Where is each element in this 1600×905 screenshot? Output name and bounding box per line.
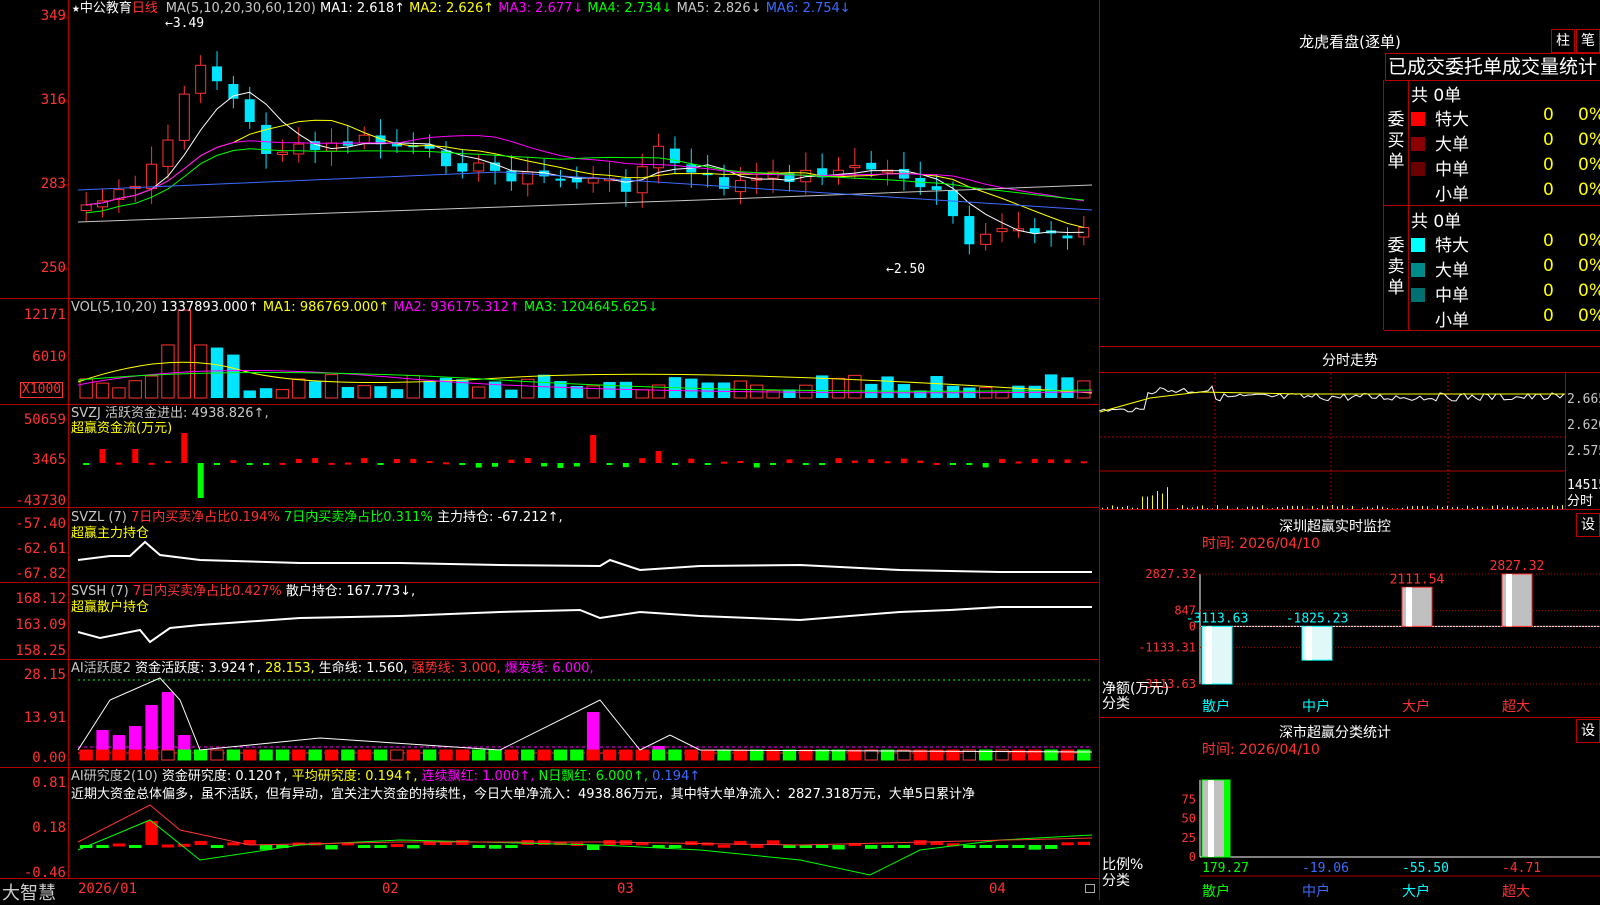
classify-bar-value: 179.27 xyxy=(1202,861,1249,876)
classify-y-tick: 75 xyxy=(1182,792,1196,806)
classify-category-label: 超大 xyxy=(1502,884,1530,900)
classify-bar-edge xyxy=(1224,780,1230,857)
sz-classify-x-title: 分类 xyxy=(1102,874,1130,889)
classify-category-label: 中户 xyxy=(1302,883,1330,900)
classify-category-label: 大户 xyxy=(1402,883,1430,900)
classify-bar-value: -55.50 xyxy=(1402,861,1449,876)
classify-category-label: 散户 xyxy=(1202,883,1230,900)
classify-bar-value: -19.06 xyxy=(1302,861,1349,876)
classify-y-tick: 0 xyxy=(1189,850,1196,864)
sz-classify-chart[interactable]: 75 50 25 0 179.27 散户 -19.06 中户 -55.50 大户 -4.71 超大 xyxy=(0,0,1600,900)
classify-y-tick: 25 xyxy=(1182,831,1196,845)
classify-y-tick: 50 xyxy=(1182,812,1196,826)
classify-bar-highlight xyxy=(1208,780,1214,857)
classify-bar-value: -4.71 xyxy=(1502,861,1541,876)
sz-classify-y-title: 比例% xyxy=(1102,858,1143,873)
